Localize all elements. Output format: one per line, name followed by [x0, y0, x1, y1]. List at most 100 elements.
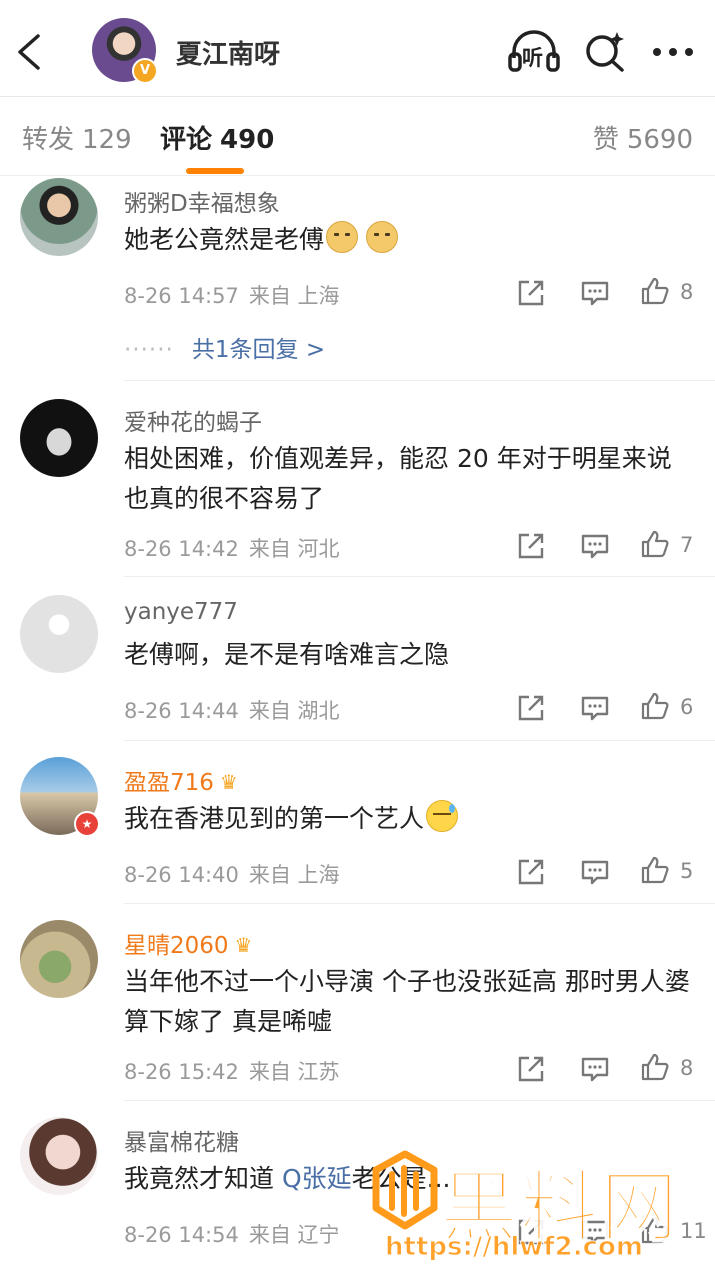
reply-icon[interactable] [580, 1054, 610, 1084]
comment-source: 来自 上海 [248, 863, 340, 887]
comment-date: 8-26 14:57 [124, 284, 239, 308]
comment-author[interactable]: 粥粥D幸福想象 [124, 184, 280, 218]
comment-date: 8-26 14:40 [124, 863, 239, 887]
doge-emoji-icon [326, 221, 359, 253]
comment-date: 8-26 14:42 [124, 537, 239, 561]
comment-source: 来自 上海 [248, 284, 340, 308]
comment-text: 我在香港见到的第一个艺人 [124, 799, 694, 839]
comment-author[interactable]: yanye777 [124, 599, 238, 625]
tab-like[interactable]: 赞 5690 [593, 119, 693, 156]
more-replies-label: 共1条回复 > [191, 337, 326, 363]
comment-source: 来自 辽宁 [248, 1223, 340, 1247]
vip-member-badge-icon: ★ [74, 811, 100, 837]
comment-date: 8-26 14:54 [124, 1223, 239, 1247]
comment-avatar[interactable] [20, 1117, 98, 1195]
thumbs-up-icon[interactable] [640, 855, 670, 885]
chevron-left-icon [18, 34, 40, 70]
comment-item: 爱种花的蝎子 相处困难，价值观差异，能忍 20 年对于明星来说也真的很不容易了 … [0, 381, 715, 576]
comment-item: yanye777 老傅啊，是不是有啥难言之隐 8-26 14:44 来自 湖北 6 [0, 577, 715, 740]
more-options-button[interactable] [652, 44, 694, 58]
back-button[interactable] [14, 32, 44, 72]
app-root: V 夏江南呀 听 转发 129 评论 490 赞 5690 粥粥D幸福想象 她老… [0, 0, 715, 1280]
comment-author[interactable]: 暴富棉花糖 [124, 1123, 239, 1157]
thumbs-up-icon[interactable] [640, 691, 670, 721]
comment-item: ★ 盈盈716 ♛ 我在香港见到的第一个艺人 8-26 14:40 来自 上海 5 [0, 741, 715, 903]
like-count: 6 [680, 695, 694, 719]
thumbs-up-icon[interactable] [640, 1052, 670, 1082]
comment-meta: 8-26 14:44 来自 湖北 [124, 695, 350, 725]
tab-bar: 转发 129 评论 490 赞 5690 [0, 97, 715, 175]
comment-text: 她老公竟然是老傅 [124, 220, 694, 260]
comment-text: 相处困难，价值观差异，能忍 20 年对于明星来说也真的很不容易了 [124, 444, 672, 513]
comment-author[interactable]: 星晴2060 ♛ [124, 926, 252, 960]
comment-author[interactable]: 盈盈716 ♛ [124, 763, 238, 797]
comment-source: 来自 江苏 [248, 1060, 340, 1084]
more-dots-icon [653, 48, 693, 56]
comment-avatar[interactable] [20, 399, 98, 477]
comment-meta: 8-26 14:57 来自 上海 [124, 280, 350, 310]
comment-author-name: 盈盈716 [124, 770, 214, 796]
top-bar: V 夏江南呀 听 [0, 0, 715, 96]
comment-date: 8-26 15:42 [124, 1060, 239, 1084]
listen-label: 听 [522, 46, 543, 70]
watermark-logo-icon [372, 1150, 438, 1230]
more-replies-dots: ······ [124, 337, 174, 363]
comment-text-body: 我竟然才知道 [124, 1164, 282, 1193]
comment-avatar[interactable] [20, 178, 98, 256]
share-icon[interactable] [516, 1054, 546, 1084]
comment-text: 当年他不过一个小导演 个子也没张延高 那时男人婆算下嫁了 真是唏嘘 [124, 967, 690, 1036]
search-topic-link[interactable]: Q张延 [282, 1164, 352, 1193]
comment-author[interactable]: 爱种花的蝎子 [124, 403, 262, 437]
thumbs-up-icon[interactable] [640, 276, 670, 306]
comment-avatar[interactable] [20, 595, 98, 673]
comment-avatar-image [20, 1117, 98, 1195]
more-replies-link[interactable]: ······ 共1条回复 > [124, 330, 325, 364]
comment-text-body: 我在香港见到的第一个艺人 [124, 804, 425, 833]
reply-icon[interactable] [580, 278, 610, 308]
comment-avatar-image [20, 920, 98, 998]
comment-source: 来自 湖北 [248, 699, 340, 723]
doge-emoji-icon [366, 221, 399, 253]
tab-comment[interactable]: 评论 490 [160, 119, 274, 156]
reply-icon[interactable] [580, 693, 610, 723]
share-icon[interactable] [516, 278, 546, 308]
comment-avatar[interactable] [20, 920, 98, 998]
watermark-url: https://hlwf2.com [385, 1232, 644, 1263]
comment-text-body: 她老公竟然是老傅 [124, 225, 325, 254]
comment-date: 8-26 14:44 [124, 699, 239, 723]
comment-author-name: 星晴2060 [124, 933, 229, 959]
search-button[interactable] [584, 30, 626, 72]
tab-comment-label: 评论 [160, 125, 213, 155]
share-icon[interactable] [516, 693, 546, 723]
tab-comment-count: 490 [220, 125, 275, 155]
tab-like-count: 5690 [626, 125, 693, 155]
tab-like-label: 赞 [592, 125, 619, 155]
author-avatar[interactable]: V [92, 18, 158, 84]
tab-repost[interactable]: 转发 129 [22, 119, 132, 156]
tab-repost-count: 129 [82, 125, 132, 155]
search-sparkle-icon [586, 32, 624, 72]
share-icon[interactable] [516, 857, 546, 887]
listen-button[interactable]: 听 [508, 28, 560, 74]
crown-icon: ♛ [219, 770, 238, 794]
page-title[interactable]: 夏江南呀 [176, 34, 280, 71]
verified-badge: V [132, 58, 158, 84]
active-tab-indicator [186, 168, 244, 174]
comment-item: 星晴2060 ♛ 当年他不过一个小导演 个子也没张延高 那时男人婆算下嫁了 真是唏… [0, 904, 715, 1100]
reply-icon[interactable] [580, 531, 610, 561]
comment-avatar-image [20, 178, 98, 256]
crown-icon: ♛ [234, 933, 253, 957]
like-count: 5 [680, 859, 694, 883]
comment-avatar[interactable]: ★ [20, 757, 100, 837]
like-count: 8 [680, 1056, 694, 1080]
share-icon[interactable] [516, 531, 546, 561]
tab-repost-label: 转发 [22, 125, 75, 155]
comment-meta: 8-26 14:42 来自 河北 [124, 533, 350, 563]
like-count: 7 [680, 533, 694, 557]
comment-meta: 8-26 14:40 来自 上海 [124, 859, 350, 889]
sweat-emoji-icon [426, 800, 459, 832]
thumbs-up-icon[interactable] [640, 529, 670, 559]
reply-icon[interactable] [580, 857, 610, 887]
comment-meta: 8-26 14:54 来自 辽宁 [124, 1219, 350, 1249]
comment-item: 粥粥D幸福想象 她老公竟然是老傅 8-26 14:57 来自 上海 8 ·····… [0, 176, 715, 381]
